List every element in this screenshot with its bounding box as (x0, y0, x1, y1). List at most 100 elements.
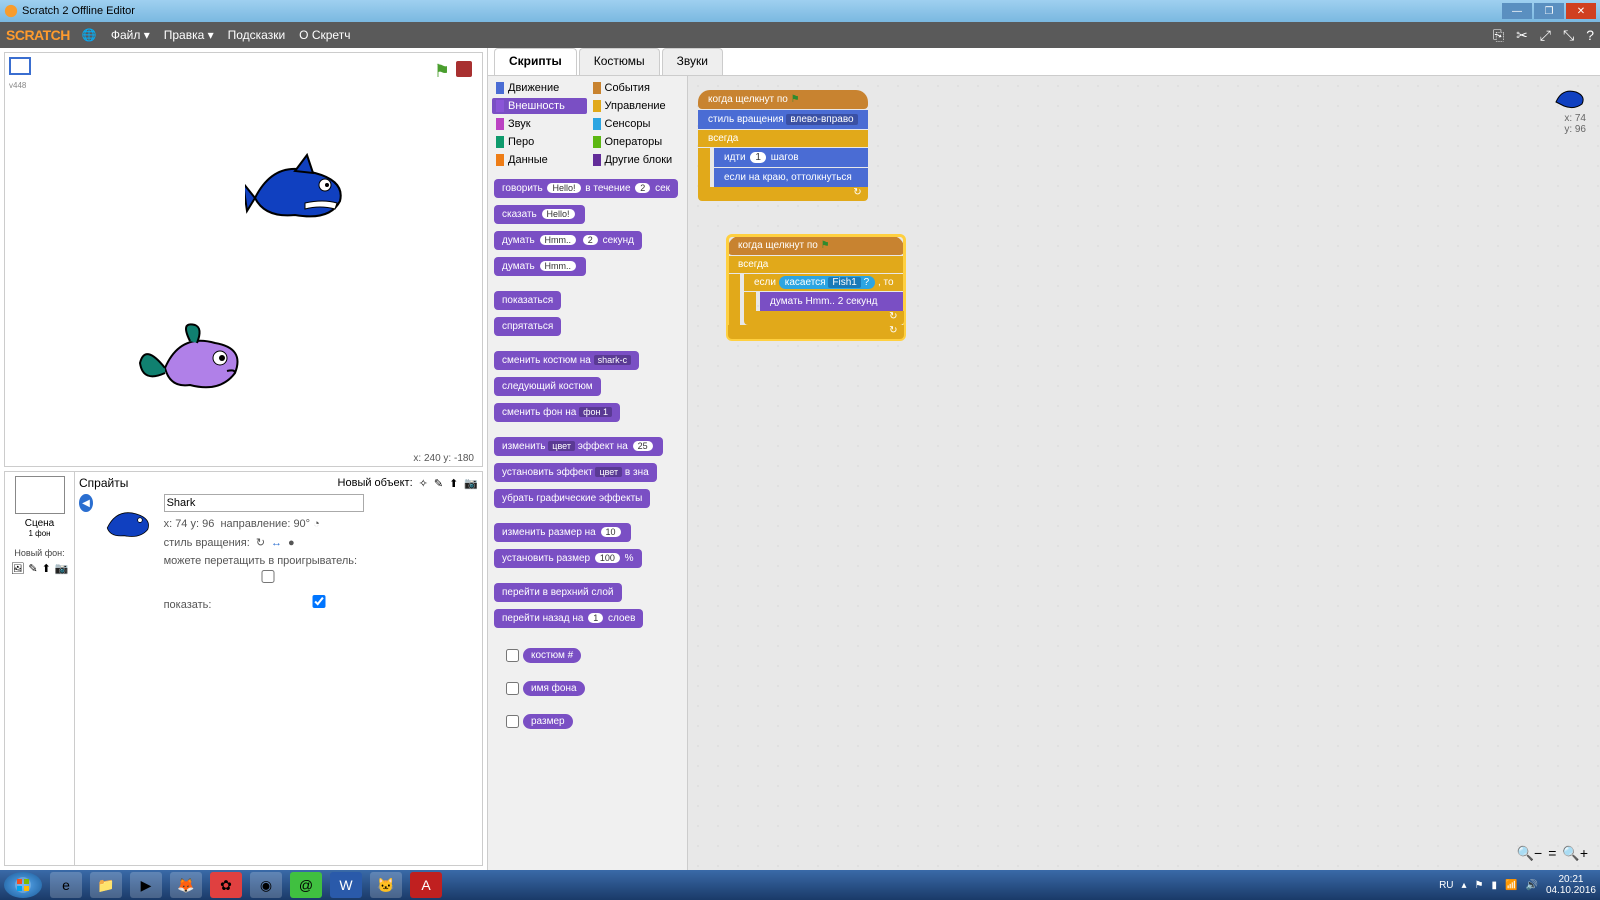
block-go-to-front[interactable]: перейти в верхний слой (494, 583, 622, 602)
reporter-costume-num[interactable]: костюм # (494, 642, 589, 669)
taskbar-word[interactable]: W (330, 872, 362, 898)
category-looks[interactable]: Внешность (492, 98, 587, 114)
stamp-icon[interactable]: ⎘ (1493, 27, 1504, 44)
block-change-effect[interactable]: изменить цвет эффект на 25 (494, 437, 663, 456)
rotation-all-icon[interactable]: ↻ (256, 536, 265, 549)
fullscreen-icon[interactable] (9, 57, 31, 75)
block-set-size[interactable]: установить размер 100 % (494, 549, 642, 568)
script-stack-2[interactable]: когда щелкнут по ⚑ всегда если касается … (728, 236, 904, 339)
help-icon[interactable]: ? (1586, 27, 1594, 44)
sprite-camera-icon[interactable]: 📷 (464, 477, 478, 490)
window-minimize-button[interactable]: — (1502, 3, 1532, 19)
window-maximize-button[interactable]: ❐ (1534, 3, 1564, 19)
stage-sprite-shark[interactable] (245, 153, 355, 233)
block-go-back-layers[interactable]: перейти назад на 1 слоев (494, 609, 643, 628)
backdrop-paint-icon[interactable]: ✎ (28, 562, 37, 575)
block-switch-costume[interactable]: сменить костюм на shark-c (494, 351, 639, 370)
tray-arrow-icon[interactable]: ▴ (1462, 880, 1467, 891)
backdrop-camera-icon[interactable]: 📷 (55, 562, 69, 575)
rotation-none-icon[interactable]: ● (288, 537, 295, 549)
menu-file[interactable]: Файл ▾ (111, 28, 150, 42)
sprite-name-input[interactable] (164, 494, 364, 512)
scripts-canvas[interactable]: x: 74 y: 96 когда щелкнут по ⚑ стиль вра… (688, 76, 1600, 870)
grow-icon[interactable]: ⤢ (1540, 27, 1551, 44)
tray-wifi-icon[interactable]: 📶 (1505, 880, 1517, 891)
category-sensing[interactable]: Сенсоры (589, 116, 684, 132)
reporter-backdrop-name[interactable]: имя фона (494, 675, 593, 702)
block-think[interactable]: думать Hmm.. (494, 257, 586, 276)
category-motion[interactable]: Движение (492, 80, 587, 96)
category-sound[interactable]: Звук (492, 116, 587, 132)
stage-thumbnail[interactable] (15, 476, 65, 514)
block-hide[interactable]: спрятаться (494, 317, 561, 336)
category-operators[interactable]: Операторы (589, 134, 684, 150)
category-pen[interactable]: Перо (492, 134, 587, 150)
block-next-costume[interactable]: следующий костюм (494, 377, 601, 396)
block-forever[interactable]: всегда (698, 130, 868, 147)
block-if-end[interactable] (744, 311, 904, 325)
zoom-out-icon[interactable]: 🔍− (1517, 845, 1543, 862)
block-forever-2-end[interactable] (728, 325, 904, 339)
direction-dial-icon[interactable]: ◔ (313, 518, 320, 530)
block-think-for-secs-2[interactable]: думать Hmm.. 2 секунд (760, 292, 904, 311)
sprite-info-back-button[interactable]: ◀ (79, 494, 93, 512)
sprite-library-icon[interactable]: ✧ (419, 477, 428, 490)
block-forever-end[interactable] (698, 187, 868, 201)
stop-button[interactable] (456, 61, 472, 77)
block-when-flag-clicked[interactable]: когда щелкнут по ⚑ (698, 90, 868, 109)
cut-icon[interactable]: ✂ (1516, 27, 1528, 44)
zoom-reset-icon[interactable]: = (1548, 845, 1556, 862)
tray-volume-icon[interactable]: 🔊 (1525, 880, 1537, 891)
category-control[interactable]: Управление (589, 98, 684, 114)
globe-icon[interactable]: 🌐 (82, 28, 97, 42)
stage-sprite-fish[interactable] (135, 313, 265, 413)
block-say[interactable]: сказать Hello! (494, 205, 585, 224)
taskbar-app2[interactable]: @ (290, 872, 322, 898)
block-move-steps[interactable]: идти 1 шагов (714, 148, 868, 167)
category-events[interactable]: События (589, 80, 684, 96)
taskbar-firefox[interactable]: 🦊 (170, 872, 202, 898)
block-set-effect[interactable]: установить эффект цвет в зна (494, 463, 657, 482)
shrink-icon[interactable]: ⤡ (1563, 27, 1574, 44)
menu-about[interactable]: О Скретч (299, 28, 350, 42)
taskbar-pdf[interactable]: A (410, 872, 442, 898)
menu-tips[interactable]: Подсказки (228, 28, 286, 42)
sprite-paint-icon[interactable]: ✎ (434, 477, 443, 490)
taskbar-ie[interactable]: e (50, 872, 82, 898)
block-think-for-secs[interactable]: думать Hmm.. 2 секунд (494, 231, 642, 250)
block-if-on-edge-bounce[interactable]: если на краю, оттолкнуться (714, 168, 868, 187)
taskbar-media[interactable]: ▶ (130, 872, 162, 898)
menu-edit[interactable]: Правка ▾ (164, 28, 214, 42)
script-stack-1[interactable]: когда щелкнут по ⚑ стиль вращения влево-… (698, 90, 868, 201)
block-switch-backdrop[interactable]: сменить фон на фон 1 (494, 403, 620, 422)
backdrop-upload-icon[interactable]: ⬆ (42, 562, 51, 575)
show-checkbox[interactable] (219, 595, 419, 608)
stage[interactable]: v448 ⚑ x: 240 y: -180 (4, 52, 483, 467)
reporter-size[interactable]: размер (494, 708, 581, 735)
green-flag-button[interactable]: ⚑ (434, 61, 450, 82)
tab-costumes[interactable]: Костюмы (579, 48, 660, 75)
window-close-button[interactable]: ✕ (1566, 3, 1596, 19)
tray-lang[interactable]: RU (1439, 880, 1453, 891)
block-set-rotation-style[interactable]: стиль вращения влево-вправо (698, 110, 868, 129)
taskbar-scratch[interactable]: 🐱 (370, 872, 402, 898)
block-clear-effects[interactable]: убрать графические эффекты (494, 489, 650, 508)
block-forever-2[interactable]: всегда (728, 256, 904, 273)
block-if[interactable]: если касается Fish1 ? , то (744, 274, 904, 291)
backdrop-library-icon[interactable]: 🖼 (10, 562, 24, 575)
draggable-checkbox[interactable] (168, 570, 368, 583)
sprite-upload-icon[interactable]: ⬆ (449, 477, 458, 490)
zoom-in-icon[interactable]: 🔍+ (1562, 845, 1588, 862)
category-more[interactable]: Другие блоки (589, 152, 684, 168)
taskbar-explorer[interactable]: 📁 (90, 872, 122, 898)
block-say-for-secs[interactable]: говорить Hello! в течение 2 сек (494, 179, 678, 198)
taskbar-app1[interactable]: ✿ (210, 872, 242, 898)
category-data[interactable]: Данные (492, 152, 587, 168)
sprite-thumbnail-shark[interactable] (101, 494, 156, 554)
tab-sounds[interactable]: Звуки (662, 48, 723, 75)
block-show[interactable]: показаться (494, 291, 561, 310)
tray-network-icon[interactable]: ▮ (1492, 880, 1498, 891)
tray-clock[interactable]: 20:21 04.10.2016 (1546, 874, 1596, 896)
tab-scripts[interactable]: Скрипты (494, 48, 577, 75)
rotation-leftright-icon[interactable]: ↔ (271, 537, 282, 549)
